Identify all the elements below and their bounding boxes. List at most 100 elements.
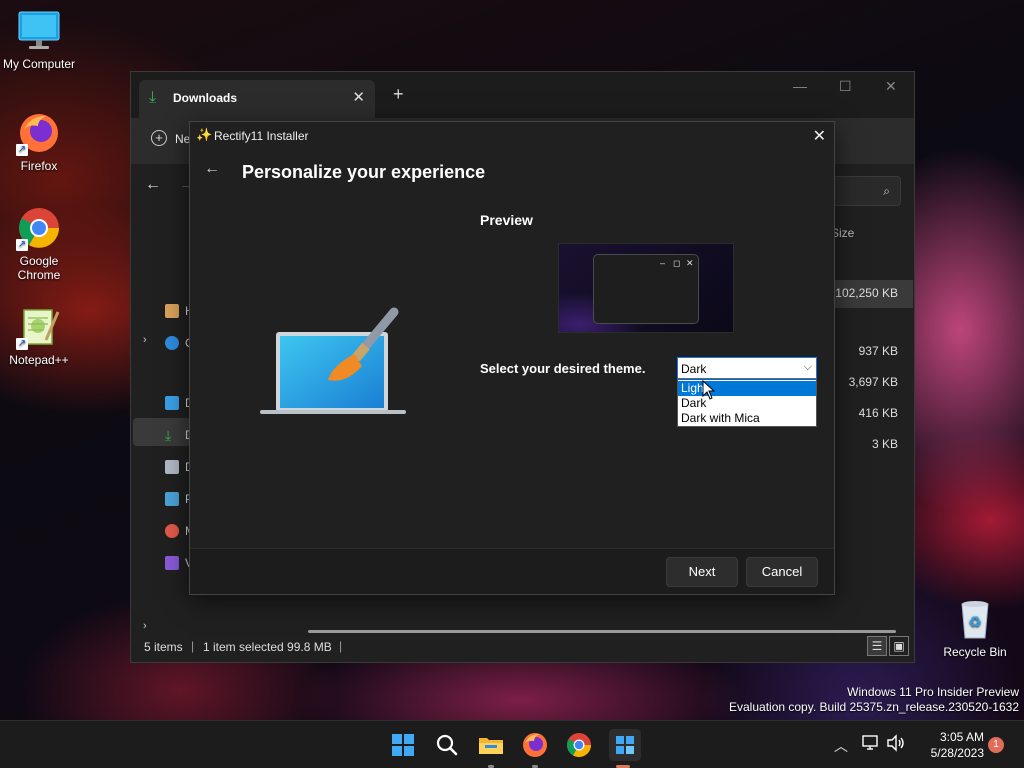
chevron-down-icon: ⌵: [803, 361, 812, 373]
nav-item-home[interactable]: H: [159, 300, 194, 324]
system-clock[interactable]: 3:05 AM 5/28/2023: [914, 729, 984, 761]
status-bar: 5 items | 1 item selected 99.8 MB | ☰ ▣: [131, 632, 914, 662]
file-explorer-icon[interactable]: [477, 731, 505, 759]
pictures-icon: [165, 492, 179, 506]
notification-badge[interactable]: 1: [988, 737, 1004, 753]
theme-preview-image: – ◻ ✕: [558, 243, 734, 333]
installer-dialog: ✨ Rectify11 Installer ✕ ← Personalize yo…: [189, 121, 835, 595]
show-hidden-icons-chevron-up-icon[interactable]: ︿: [834, 736, 848, 756]
close-icon[interactable]: ✕: [813, 126, 826, 146]
plus-circle-icon[interactable]: +: [151, 130, 167, 146]
theme-option-dark-with-mica[interactable]: Dark with Mica: [678, 411, 816, 426]
maximize-button[interactable]: ☐: [839, 78, 852, 95]
taskbar: ︿ 3:05 AM 5/28/2023 1: [0, 720, 1024, 768]
desktop-icon-label: My Computer: [2, 57, 76, 71]
search-icon: ⌕: [883, 184, 890, 198]
theme-dropdown-value: Dark: [681, 362, 707, 376]
minimize-button[interactable]: —: [793, 78, 807, 94]
search-box[interactable]: ⌕: [831, 176, 901, 206]
status-divider: |: [339, 639, 343, 653]
rectify11-installer-icon[interactable]: [609, 729, 641, 761]
status-selection: 1 item selected 99.8 MB: [203, 640, 332, 654]
close-tab-icon[interactable]: ✕: [352, 88, 365, 106]
shortcut-arrow-icon: ↗: [16, 338, 28, 350]
cancel-button[interactable]: Cancel: [746, 557, 818, 587]
desktop-icon-chrome[interactable]: ↗ Google Chrome: [1, 205, 77, 282]
chrome-icon[interactable]: [565, 731, 593, 759]
watermark-line-2: Evaluation copy. Build 25375.zn_release.…: [729, 700, 1019, 714]
installer-footer: Next Cancel: [190, 548, 834, 594]
clock-time: 3:05 AM: [939, 730, 984, 744]
firefox-icon: ↗: [16, 110, 62, 156]
new-tab-button[interactable]: +: [393, 84, 404, 105]
file-size-cell: 3,697 KB: [848, 375, 898, 389]
back-arrow-icon[interactable]: ←: [204, 160, 220, 178]
desktop-icon-label: Google Chrome: [17, 254, 61, 282]
status-item-count: 5 items: [144, 640, 183, 654]
theme-dropdown[interactable]: Dark ⌵: [677, 357, 817, 379]
theme-option-light[interactable]: Light: [678, 381, 816, 396]
volume-icon[interactable]: [886, 733, 906, 753]
desktop-icon-label: Recycle Bin: [943, 645, 1007, 659]
start-icon[interactable]: [389, 731, 417, 759]
music-icon: [165, 524, 179, 538]
theme-option-dark[interactable]: Dark: [678, 396, 816, 411]
desktop-folder-icon: [165, 396, 179, 410]
network-icon[interactable]: [862, 733, 880, 753]
svg-text:♻: ♻: [968, 613, 981, 631]
file-size-cell: 937 KB: [858, 344, 898, 358]
nav-item-downloads[interactable]: ⤓D: [159, 424, 194, 448]
close-window-button[interactable]: ✕: [885, 78, 897, 95]
home-icon: [165, 304, 179, 318]
nav-item-documents[interactable]: D: [159, 456, 194, 480]
desktop-icon-notepadpp[interactable]: ↗ Notepad++: [1, 304, 77, 367]
maximize-icon: ◻: [673, 258, 681, 268]
search-icon[interactable]: [433, 731, 461, 759]
mouse-cursor-icon: [702, 379, 716, 400]
explorer-tab-bar: ⤓ Downloads ✕ + — ☐ ✕: [131, 72, 914, 118]
nav-item-videos[interactable]: V: [159, 552, 193, 576]
watermark-line-1: Windows 11 Pro Insider Preview: [847, 685, 1019, 699]
desktop-icon-my-computer[interactable]: My Computer: [1, 8, 77, 71]
nav-item-pictures[interactable]: P: [159, 488, 193, 512]
download-icon: ⤓: [149, 89, 157, 106]
notepadpp-icon: ↗: [16, 304, 62, 350]
minimize-icon: –: [660, 258, 666, 268]
clock-date: 5/28/2023: [930, 746, 984, 760]
documents-icon: [165, 460, 179, 474]
details-view-icon[interactable]: ☰: [867, 636, 887, 656]
tiles-view-icon[interactable]: ▣: [889, 636, 909, 656]
page-title: Personalize your experience: [242, 162, 486, 182]
desktop-icon-firefox[interactable]: ↗ Firefox: [1, 110, 77, 173]
chevron-right-icon[interactable]: ›: [143, 334, 147, 346]
next-button[interactable]: Next: [666, 557, 738, 587]
videos-icon: [165, 556, 179, 570]
evaluation-watermark: Windows 11 Pro Insider Preview Evaluatio…: [729, 685, 1019, 715]
nav-item-desktop[interactable]: D: [159, 392, 194, 416]
chevron-right-icon[interactable]: ›: [143, 620, 147, 632]
explorer-tab-title: Downloads: [173, 91, 238, 105]
back-arrow-icon[interactable]: ←: [145, 176, 161, 194]
file-size-cell: 416 KB: [858, 406, 898, 420]
explorer-tab-downloads[interactable]: ⤓ Downloads ✕: [139, 80, 375, 118]
preview-label: Preview: [480, 212, 533, 228]
installer-title-bar: ✨ Rectify11 Installer ✕: [190, 122, 834, 150]
desktop-icon-recycle-bin[interactable]: ♻ Recycle Bin: [937, 596, 1013, 659]
firefox-icon[interactable]: [521, 731, 549, 759]
close-icon: ✕: [686, 258, 694, 268]
desktop-icon-label: Notepad++: [9, 353, 69, 367]
file-size-cell: 3 KB: [871, 437, 898, 451]
preview-window: – ◻ ✕: [593, 254, 699, 324]
recycle-bin-icon: ♻: [952, 596, 998, 642]
shortcut-arrow-icon: ↗: [16, 239, 28, 251]
theme-dropdown-list: Light Dark Dark with Mica: [677, 379, 817, 427]
nav-item-cloud[interactable]: C: [159, 332, 194, 356]
status-divider: |: [191, 639, 195, 653]
laptop-paintbrush-illustration: [258, 302, 408, 417]
download-icon: ⤓: [165, 427, 172, 443]
theme-select-label: Select your desired theme.: [480, 361, 646, 376]
monitor-icon: [16, 8, 62, 54]
installer-title: Rectify11 Installer: [214, 129, 309, 143]
nav-item-music[interactable]: M: [159, 520, 195, 544]
shortcut-arrow-icon: ↗: [16, 144, 28, 156]
